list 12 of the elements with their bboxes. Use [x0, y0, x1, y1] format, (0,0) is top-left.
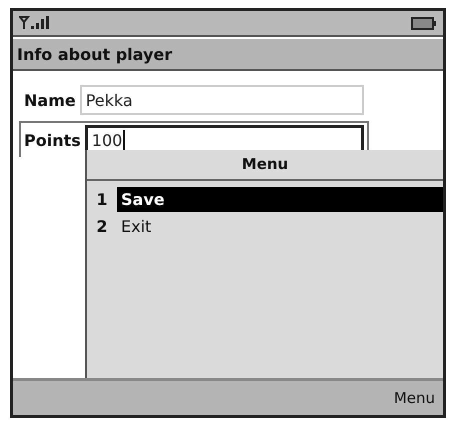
- input-field[interactable]: Pekka: [80, 85, 364, 115]
- soft-key[interactable]: Menu: [394, 389, 435, 407]
- menu-title: Menu: [87, 150, 443, 181]
- field-label: Points: [24, 130, 81, 150]
- screen-title: Info about player: [13, 39, 443, 71]
- item-number: 1: [95, 190, 109, 209]
- battery-icon: [411, 16, 437, 30]
- signal-icon: [19, 16, 49, 30]
- menu-item[interactable]: Save: [117, 187, 443, 212]
- menu-item[interactable]: Exit: [117, 214, 443, 239]
- item-number: 2: [95, 217, 109, 236]
- field-label: Name: [24, 90, 76, 110]
